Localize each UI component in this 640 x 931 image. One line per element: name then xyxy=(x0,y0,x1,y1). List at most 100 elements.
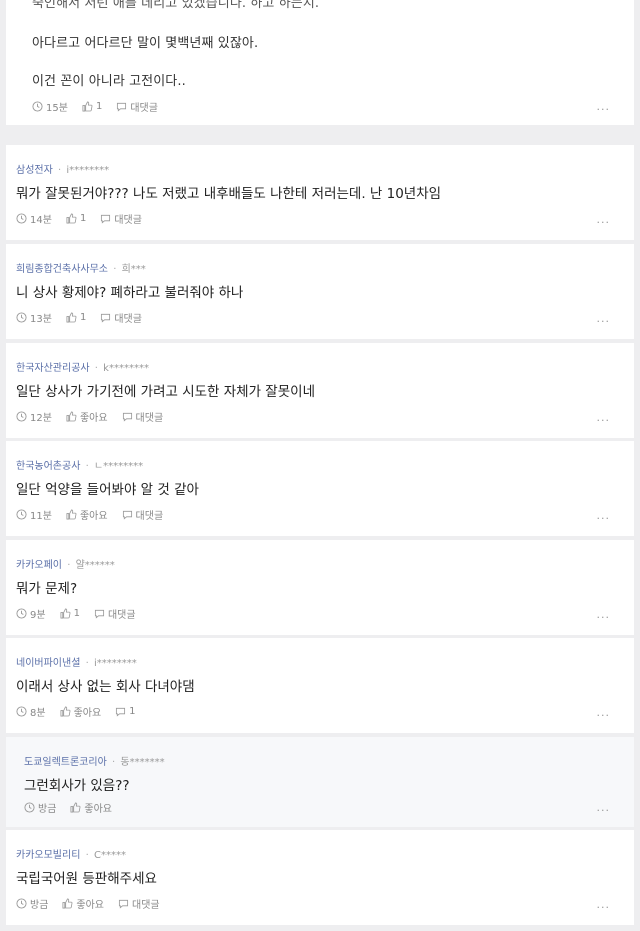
meta-separator: · xyxy=(67,560,71,571)
company-name[interactable]: 희림종합건축사사무소 xyxy=(16,264,108,275)
meta-separator: · xyxy=(94,363,98,374)
comment-actions: 12분 좋아요 대댓글 xyxy=(16,409,177,424)
comment-actions: 15분 1 대댓글 xyxy=(32,99,172,114)
comment-actions: 방금 좋아요 xyxy=(24,800,126,815)
like-button[interactable]: 좋아요 xyxy=(66,409,108,424)
clock-icon xyxy=(16,411,27,422)
company-name[interactable]: 도쿄일렉트론코리아 xyxy=(24,757,107,768)
comment-actions: 14분 1 대댓글 xyxy=(16,211,156,226)
company-name[interactable]: 카카오모빌리티 xyxy=(16,850,80,861)
comment-meta: 삼성전자 · i******** xyxy=(16,161,109,176)
meta-separator: · xyxy=(85,658,89,669)
comment-text-line2: 이건 꼰이 아니라 고전이다.. xyxy=(32,74,186,89)
company-name[interactable]: 삼성전자 xyxy=(16,165,53,176)
comment-actions: 방금 좋아요 대댓글 xyxy=(16,896,174,911)
clock-icon xyxy=(16,213,27,224)
clock-icon xyxy=(16,706,27,717)
like-button[interactable]: 좋아요 xyxy=(70,800,112,815)
comment-meta: 희림종합건축사사무소 · 희*** xyxy=(16,260,146,275)
comment-card: 한국자산관리공사 · k******** 일단 상사가 가기전에 가려고 시도한… xyxy=(6,343,634,438)
user-id: 희*** xyxy=(121,264,146,275)
speech-bubble-icon xyxy=(94,609,104,619)
user-id: 얄****** xyxy=(75,560,115,571)
comment-text: 일단 억양을 들어봐야 알 것 같아 xyxy=(16,482,199,498)
comment-text: 그런회사가 있음?? xyxy=(24,778,130,794)
thumbs-up-icon xyxy=(60,706,70,717)
clock-icon xyxy=(32,101,43,112)
reply-button[interactable]: 대댓글 xyxy=(100,211,142,226)
thumbs-up-icon xyxy=(60,608,70,619)
company-name[interactable]: 한국자산관리공사 xyxy=(16,363,90,374)
time-stamp: 13분 xyxy=(16,310,52,325)
reply-button[interactable]: 대댓글 xyxy=(100,310,142,325)
comment-card: 삼성전자 · i******** 뭐가 잘못된거야??? 나도 저랬고 내후배들… xyxy=(6,145,634,240)
more-options-button[interactable]: ... xyxy=(597,706,611,719)
reply-button[interactable]: 대댓글 xyxy=(116,99,158,114)
comment-text-partial: 죽인해서 저런 애를 데리고 있겠습니다. 하고 하는지. xyxy=(32,0,320,11)
thumbs-up-icon xyxy=(66,213,77,224)
clock-icon xyxy=(24,802,35,813)
speech-bubble-icon xyxy=(122,510,132,520)
comment-meta: 네이버파이낸셜 · i******** xyxy=(16,654,137,669)
speech-bubble-icon xyxy=(117,102,127,112)
user-id: i******** xyxy=(93,658,137,669)
more-options-button[interactable]: ... xyxy=(597,801,611,814)
company-name[interactable]: 네이버파이낸셜 xyxy=(16,658,80,669)
company-name[interactable]: 카카오페이 xyxy=(16,560,62,571)
like-button[interactable]: 좋아요 xyxy=(60,704,101,719)
time-stamp: 14분 xyxy=(16,211,52,226)
time-stamp: 9분 xyxy=(16,606,46,621)
user-id: k******** xyxy=(103,363,149,374)
thumbs-up-icon xyxy=(66,411,77,422)
thumbs-up-icon xyxy=(66,312,77,323)
more-options-button[interactable]: ... xyxy=(597,898,611,911)
user-id: i******** xyxy=(66,165,110,176)
comment-card-top: 죽인해서 저런 애를 데리고 있겠습니다. 하고 하는지. 아다르고 어다르단 … xyxy=(6,0,634,125)
reply-button[interactable]: 1 xyxy=(115,706,136,717)
more-options-button[interactable]: ... xyxy=(597,608,611,621)
speech-bubble-icon xyxy=(101,313,111,323)
reply-comment-card: 도쿄일렉트론코리아 · 동******* 그런회사가 있음?? 방금 좋아요..… xyxy=(6,737,634,827)
more-options-button[interactable]: ... xyxy=(597,509,611,522)
speech-bubble-icon xyxy=(101,214,111,224)
like-button[interactable]: 1 xyxy=(66,213,86,224)
comment-text: 일단 상사가 가기전에 가려고 시도한 자체가 잘못이네 xyxy=(16,384,315,400)
meta-separator: · xyxy=(113,264,117,275)
meta-separator: · xyxy=(85,461,89,472)
reply-button[interactable]: 대댓글 xyxy=(122,409,163,424)
reply-button[interactable]: 대댓글 xyxy=(118,896,160,911)
comment-card: 네이버파이낸셜 · i******** 이래서 상사 없는 회사 다녀야댐 8분… xyxy=(6,638,634,733)
like-button[interactable]: 1 xyxy=(82,101,102,112)
comment-card: 희림종합건축사사무소 · 희*** 니 상사 황제야? 폐하라고 불러줘야 하나… xyxy=(6,244,634,339)
more-options-button[interactable]: ... xyxy=(597,312,611,325)
more-options-button[interactable]: ... xyxy=(597,100,611,113)
comment-meta: 도쿄일렉트론코리아 · 동******* xyxy=(24,753,165,768)
speech-bubble-icon xyxy=(122,412,132,422)
comment-text: 니 상사 황제야? 폐하라고 불러줘야 하나 xyxy=(16,285,244,301)
time-stamp: 8분 xyxy=(16,704,46,719)
comment-actions: 9분 1 대댓글 xyxy=(16,606,150,621)
like-button[interactable]: 1 xyxy=(60,608,80,619)
comment-actions: 13분 1 대댓글 xyxy=(16,310,156,325)
thumbs-up-icon xyxy=(62,898,73,909)
thumbs-up-icon xyxy=(66,509,77,520)
comment-text: 뭐가 잘못된거야??? 나도 저랬고 내후배들도 나한테 저러는데. 난 10년… xyxy=(16,186,442,202)
reply-button[interactable]: 대댓글 xyxy=(94,606,136,621)
company-name[interactable]: 한국농어촌공사 xyxy=(16,461,80,472)
more-options-button[interactable]: ... xyxy=(597,411,611,424)
time-stamp: 11분 xyxy=(16,507,52,522)
like-button[interactable]: 좋아요 xyxy=(62,896,104,911)
like-button[interactable]: 1 xyxy=(66,312,86,323)
clock-icon xyxy=(16,312,27,323)
more-options-button[interactable]: ... xyxy=(597,213,611,226)
comment-actions: 11분 좋아요 대댓글 xyxy=(16,507,177,522)
clock-icon xyxy=(16,509,27,520)
comment-card: 한국농어촌공사 · ㄴ******** 일단 억양을 들어봐야 알 것 같아 1… xyxy=(6,441,634,536)
like-button[interactable]: 좋아요 xyxy=(66,507,108,522)
time-stamp: 방금 xyxy=(24,800,56,815)
comment-actions: 8분 좋아요 1 xyxy=(16,704,150,719)
comment-text: 이래서 상사 없는 회사 다녀야댐 xyxy=(16,679,195,695)
clock-icon xyxy=(16,898,27,909)
meta-separator: · xyxy=(112,757,116,768)
reply-button[interactable]: 대댓글 xyxy=(122,507,163,522)
